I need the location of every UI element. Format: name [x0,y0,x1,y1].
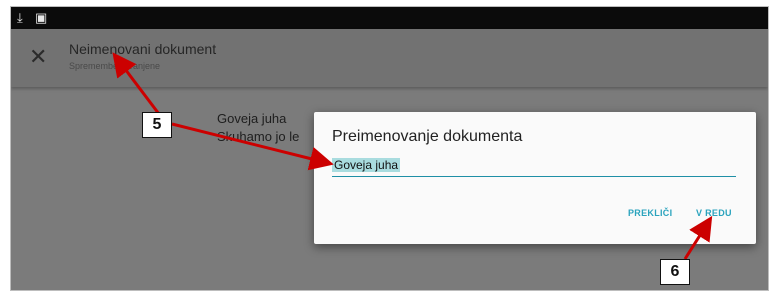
arrow-to-ok [683,215,713,260]
step-6-callout: 6 [660,259,690,285]
arrow-to-input [171,122,334,171]
annotation-arrows [112,52,713,260]
step-5-callout: 5 [142,112,172,138]
arrow-to-title [112,52,164,119]
